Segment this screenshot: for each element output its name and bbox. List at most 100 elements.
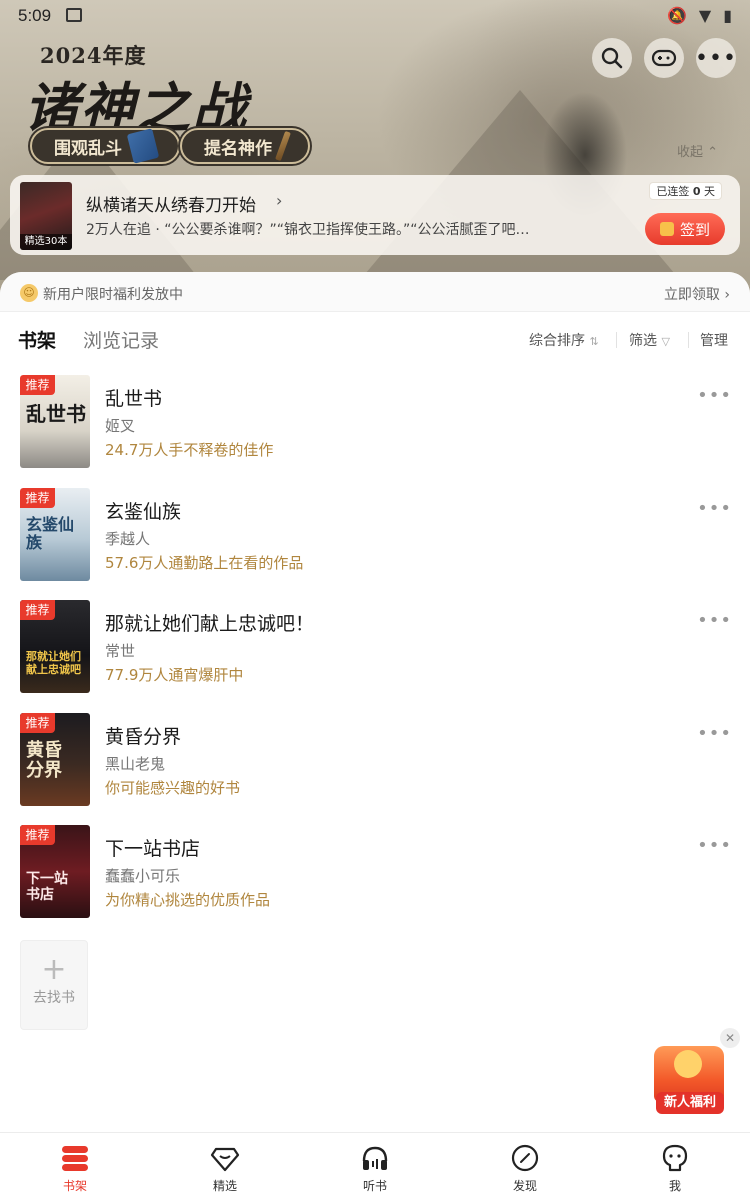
- manage-button[interactable]: 管理: [700, 330, 728, 350]
- event-banner[interactable]: 5:09 🔕 ▼ ▮ 2024年度 诸神之战 围观乱斗 提名神作 ••• 收起 …: [0, 0, 750, 300]
- book-cover[interactable]: 玄鉴仙族 推荐: [20, 488, 90, 581]
- cover-title-art: 那就让她们献上忠诚吧: [26, 650, 81, 676]
- tab-bookshelf[interactable]: 书架: [15, 326, 56, 357]
- bottom-navigation: 书架 精选 听书 发现 我: [0, 1132, 750, 1200]
- brush-icon: [275, 130, 291, 162]
- battery-icon: ▮: [723, 6, 732, 25]
- book-cover[interactable]: 那就让她们献上忠诚吧 推荐: [20, 600, 90, 693]
- book-quotes: “公公要杀谁啊？”“锦衣卫指挥使王路。”“公公活腻歪了吧…: [164, 222, 530, 238]
- chevron-right-icon: ›: [276, 191, 283, 210]
- recommend-badge: 推荐: [20, 713, 55, 733]
- more-options-icon[interactable]: •••: [697, 385, 732, 406]
- more-button[interactable]: •••: [695, 38, 737, 78]
- more-options-icon[interactable]: •••: [697, 835, 732, 856]
- followers-count: 2万人在追: [86, 222, 151, 238]
- headphones-icon: [362, 1146, 388, 1170]
- divider: [616, 332, 617, 348]
- watch-battle-label: 围观乱斗: [54, 138, 122, 159]
- collapse-banner-link[interactable]: 收起 ⌃: [677, 141, 718, 160]
- more-icon: •••: [695, 45, 737, 71]
- streak-suffix: 天: [704, 185, 715, 198]
- compass-icon: [511, 1144, 539, 1172]
- gift-icon: [659, 222, 674, 236]
- cover-tag: 精选30本: [20, 234, 72, 250]
- promo-text: 新用户限时福利发放中: [43, 287, 183, 303]
- nav-label: 精选: [212, 1179, 237, 1193]
- nav-audiobook[interactable]: 听书: [300, 1133, 450, 1200]
- nav-profile[interactable]: 我: [600, 1133, 750, 1200]
- game-button[interactable]: [644, 38, 684, 78]
- book-author: 季越人: [105, 530, 151, 548]
- close-gift-button[interactable]: ✕: [720, 1028, 740, 1048]
- book-item[interactable]: 黄昏分界 推荐 黄昏分界 黑山老鬼 你可能感兴趣的好书 •••: [0, 713, 750, 813]
- sign-streak-badge: 已连签 0 天: [649, 182, 722, 200]
- cover-title-art: 乱世书: [26, 402, 86, 426]
- recommended-book-cover[interactable]: 精选30本: [20, 182, 72, 250]
- book-item[interactable]: 那就让她们献上忠诚吧 推荐 那就让她们献上忠诚吧！ 常世 77.9万人通宵爆肝中…: [0, 600, 750, 700]
- book-cover[interactable]: 下一站书店 推荐: [20, 825, 90, 918]
- more-options-icon[interactable]: •••: [697, 610, 732, 631]
- claim-now-link[interactable]: 立即领取 ›: [664, 284, 730, 304]
- book-author: 黑山老鬼: [105, 755, 166, 773]
- newcomer-promo-bar[interactable]: ☺ 新用户限时福利发放中 立即领取 ›: [0, 272, 750, 312]
- search-button[interactable]: [592, 38, 632, 78]
- sign-in-button[interactable]: 签到: [645, 213, 725, 245]
- recommended-book-title[interactable]: 纵横诸天从绣春刀开始: [86, 191, 256, 216]
- nav-bookshelf[interactable]: 书架: [0, 1133, 150, 1200]
- find-book-button[interactable]: + 去找书: [20, 940, 88, 1030]
- watch-battle-button[interactable]: 围观乱斗: [30, 128, 180, 164]
- book-icon: [126, 128, 160, 164]
- newcomer-gift-float[interactable]: 新人福利: [650, 1038, 730, 1118]
- more-options-icon[interactable]: •••: [697, 723, 732, 744]
- book-author: 常世: [105, 642, 136, 660]
- divider: [688, 332, 689, 348]
- book-description: 77.9万人通宵爆肝中: [105, 666, 244, 684]
- status-time: 5:09: [18, 6, 52, 25]
- sort-arrows-icon: ⇅: [589, 335, 599, 348]
- nav-label: 发现: [512, 1179, 537, 1193]
- more-options-icon[interactable]: •••: [697, 498, 732, 519]
- cover-title-art: 下一站书店: [26, 871, 68, 903]
- sign-in-label: 签到: [679, 220, 710, 239]
- recommended-book-card[interactable]: 精选30本 纵横诸天从绣春刀开始 › 2万人在追 · “公公要杀谁啊？”“锦衣卫…: [10, 175, 740, 255]
- nav-label: 书架: [62, 1179, 87, 1193]
- nav-discover[interactable]: 发现: [450, 1133, 600, 1200]
- search-icon: [601, 47, 623, 69]
- tab-history[interactable]: 浏览记录: [83, 326, 159, 353]
- filter-button[interactable]: 筛选 ▽: [629, 330, 670, 350]
- book-cover[interactable]: 黄昏分界 推荐: [20, 713, 90, 806]
- profile-icon: [662, 1144, 688, 1172]
- streak-prefix: 已连签: [656, 185, 690, 198]
- book-description: 为你精心挑选的优质作品: [105, 891, 271, 909]
- sort-button[interactable]: 综合排序 ⇅: [529, 330, 599, 350]
- recommend-badge: 推荐: [20, 488, 55, 508]
- wifi-icon: ▼: [698, 6, 712, 25]
- filter-label: 筛选: [629, 333, 657, 349]
- book-cover[interactable]: 乱世书 推荐: [20, 375, 90, 468]
- book-title: 黄昏分界: [105, 726, 182, 748]
- shelf-tabs: 书架 浏览记录 综合排序 ⇅ 筛选 ▽ 管理: [0, 322, 750, 358]
- nav-featured[interactable]: 精选: [150, 1133, 300, 1200]
- cover-title-art: 玄鉴仙族: [26, 515, 75, 552]
- book-title: 下一站书店: [105, 838, 201, 860]
- recommended-book-summary: 2万人在追 · “公公要杀谁啊？”“锦衣卫指挥使王路。”“公公活腻歪了吧…: [86, 219, 626, 239]
- book-description: 57.6万人通勤路上在看的作品: [105, 554, 304, 572]
- cover-title-art: 黄昏分界: [26, 740, 62, 781]
- book-author: 蠢蠢小可乐: [105, 867, 181, 885]
- book-item[interactable]: 乱世书 推荐 乱世书 姬叉 24.7万人手不释卷的佳作 •••: [0, 375, 750, 475]
- close-icon: ✕: [724, 1031, 736, 1045]
- bookshelf-icon: [62, 1146, 88, 1171]
- chevron-up-icon: ⌃: [707, 145, 718, 160]
- nav-label: 我: [668, 1179, 681, 1193]
- smile-coin-icon: ☺: [20, 284, 38, 302]
- book-title: 玄鉴仙族: [105, 501, 182, 523]
- nominate-button[interactable]: 提名神作: [180, 128, 310, 164]
- newcomer-gift-label: 新人福利: [656, 1092, 724, 1114]
- chevron-right-icon: ›: [724, 287, 730, 303]
- book-author: 姬叉: [105, 417, 136, 435]
- book-title: 乱世书: [105, 388, 163, 410]
- collapse-label: 收起: [676, 145, 703, 160]
- image-notification-icon: [66, 8, 82, 22]
- book-item[interactable]: 玄鉴仙族 推荐 玄鉴仙族 季越人 57.6万人通勤路上在看的作品 •••: [0, 488, 750, 588]
- book-item[interactable]: 下一站书店 推荐 下一站书店 蠢蠢小可乐 为你精心挑选的优质作品 •••: [0, 825, 750, 925]
